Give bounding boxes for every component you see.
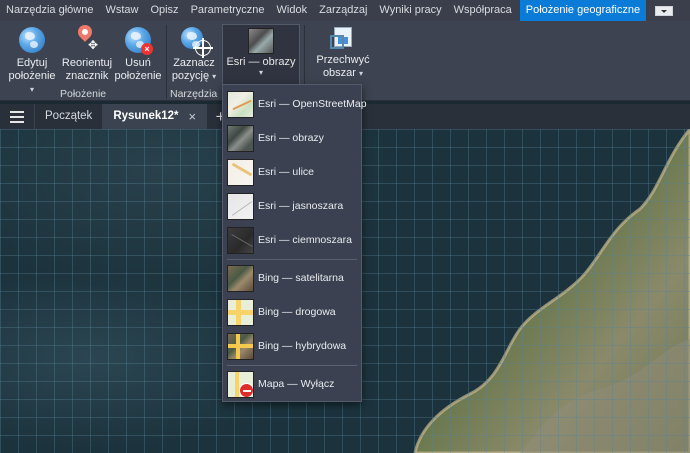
osm-thumb-icon [227,90,254,118]
satellite-thumb-icon [227,264,254,292]
menu-item-bing-satellite[interactable]: Bing — satelitarna [223,261,361,295]
menu-divider [227,365,357,366]
globe-edit-icon [17,25,47,55]
mark-position-button[interactable]: Zaznacz pozycję ▾ [168,25,220,83]
ribbon-minimize-button[interactable] [655,0,690,21]
imagery-thumb-icon [248,28,274,54]
panel-label-location: Położenie [60,88,107,100]
chevron-down-icon: ▾ [258,68,263,77]
tab-drawing[interactable]: Rysunek12* × [102,104,207,129]
capture-area-button[interactable]: Przechwyć obszar ▾ [310,25,376,80]
ribbon-tab-bar: Narzędzia główne Wstaw Opisz Parametrycz… [0,0,690,21]
tab-start[interactable]: Początek [34,104,102,129]
tab-collaborate[interactable]: Współpraca [448,0,518,21]
menu-item-map-off[interactable]: Mapa — Wyłącz [223,367,361,401]
tab-home[interactable]: Narzędzia główne [0,0,99,21]
map-type-menu: Esri — OpenStreetMap Esri — obrazy Esri … [222,84,367,402]
tab-geolocation[interactable]: Położenie geograficzne [519,0,647,21]
menu-item-esri-light-gray[interactable]: Esri — jasnoszara [223,189,361,223]
menu-item-esri-imagery[interactable]: Esri — obrazy [223,121,361,155]
edit-location-button[interactable]: Edytuj położenie ▾ [6,25,58,96]
menu-item-bing-road[interactable]: Bing — drogowa [223,295,361,329]
pin-move-icon: ✥ [72,22,102,55]
tab-view[interactable]: Widok [271,0,314,21]
minimize-ribbon-icon [655,5,673,16]
chevron-down-icon: ▾ [212,72,217,81]
menu-divider [227,259,357,260]
menu-item-bing-hybrid[interactable]: Bing — hybrydowa [223,329,361,363]
panel-label-tools: Narzędzia [170,88,218,100]
close-icon[interactable]: × [189,104,197,129]
light-gray-thumb-icon [227,192,254,220]
menu-item-esri-osm[interactable]: Esri — OpenStreetMap [223,87,367,121]
tab-insert[interactable]: Wstaw [99,0,144,21]
tab-annotate[interactable]: Opisz [144,0,184,21]
reorient-marker-button[interactable]: ✥ Reorientuj znacznik [60,22,114,83]
globe-remove-icon: × [123,25,153,55]
hybrid-thumb-icon [227,332,254,360]
tab-manage[interactable]: Zarządzaj [313,0,373,21]
chevron-down-icon: ▾ [359,69,364,78]
remove-location-button[interactable]: × Usuń położenie [114,25,162,83]
road-thumb-icon [227,298,254,326]
menu-item-esri-streets[interactable]: Esri — ulice [223,155,361,189]
chevron-down-icon: ▾ [29,85,34,94]
imagery-thumb-icon [227,124,254,152]
tab-parametric[interactable]: Parametryczne [185,0,271,21]
globe-crosshair-icon [179,25,213,58]
map-off-icon [227,370,254,398]
menu-icon[interactable] [0,104,34,129]
menu-item-esri-dark-gray[interactable]: Esri — ciemnoszara [223,223,361,257]
capture-area-icon [330,25,356,51]
drawing-tab-label: Rysunek12* [113,110,179,122]
tab-output[interactable]: Wyniki pracy [373,0,447,21]
dark-gray-thumb-icon [227,226,254,254]
streets-thumb-icon [227,158,254,186]
